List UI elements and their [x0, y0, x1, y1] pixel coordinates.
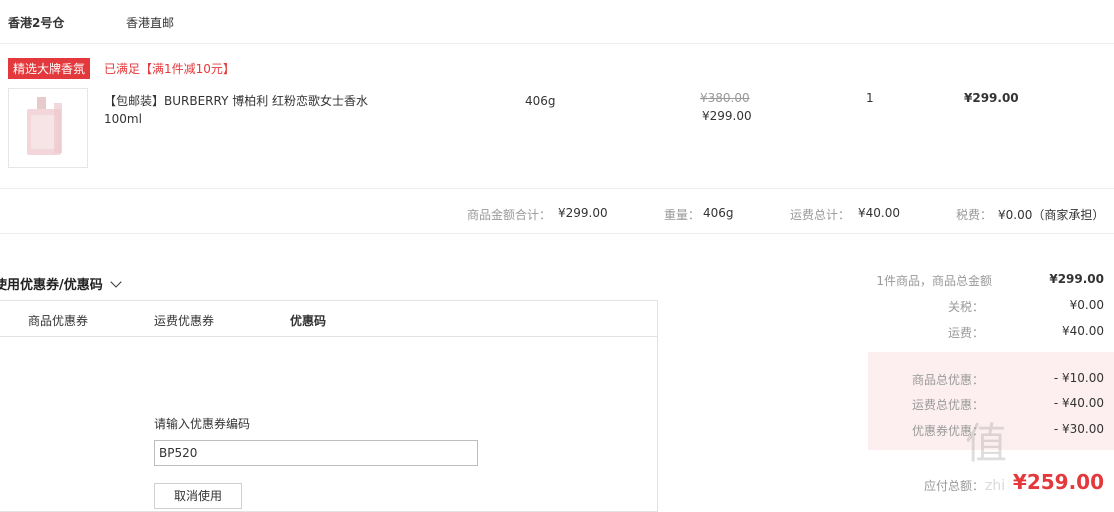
- shipping-total-label: 运费总计：: [790, 208, 851, 222]
- coupon-header-label: 使用优惠券/优惠码: [0, 278, 103, 293]
- divider: [0, 188, 1114, 189]
- goods-total-value: ¥299.00: [558, 206, 608, 220]
- item-count-value: ¥299.00: [1049, 272, 1104, 286]
- quantity: 1: [866, 91, 874, 105]
- duty-value: ¥0.00: [1069, 298, 1104, 312]
- tab-goods-coupon[interactable]: 商品优惠券: [28, 312, 88, 329]
- tax-value: ¥0.00（商家承担）: [998, 208, 1105, 222]
- coupon-input-label: 请输入优惠券编码: [154, 417, 251, 431]
- shipping-label: 运费：: [947, 326, 984, 340]
- tab-shipping-coupon[interactable]: 运费优惠券: [154, 312, 214, 329]
- payable-value: ¥259.00: [1012, 470, 1104, 494]
- coupon-discount-value: - ¥30.00: [1053, 422, 1104, 436]
- original-price: ¥380.00: [700, 91, 750, 105]
- shipping-discount-value: - ¥40.00: [1053, 396, 1104, 410]
- promo-tag: 精选大牌香氛: [8, 58, 91, 79]
- watermark-text: zhi: [985, 478, 1006, 494]
- item-count-label: 1件商品，商品总金额: [876, 274, 992, 288]
- divider: [0, 233, 1114, 234]
- divider: [0, 336, 657, 337]
- divider: [0, 43, 1114, 44]
- goods-total-label: 商品金额合计：: [467, 208, 552, 222]
- watermark-logo: 值: [965, 419, 1010, 468]
- shipping-total-value: ¥40.00: [858, 206, 900, 220]
- coupon-panel: [0, 300, 658, 512]
- coupon-header[interactable]: 使用优惠券/优惠码: [0, 274, 122, 293]
- product-title[interactable]: 【包邮装】BURBERRY 博柏利 红粉恋歌女士香水: [104, 92, 368, 109]
- item-subtotal: ¥299.00: [964, 91, 1019, 105]
- promo-note: 已满足【满1件减10元】: [104, 62, 235, 76]
- warehouse-name: 香港2号仓: [8, 16, 65, 30]
- unit-price: ¥299.00: [702, 109, 752, 123]
- shipping-method: 香港直邮: [126, 16, 175, 30]
- duty-label: 关税：: [947, 300, 984, 314]
- weight-label: 重量：: [664, 208, 701, 222]
- tab-coupon-code[interactable]: 优惠码: [290, 312, 326, 329]
- cancel-coupon-button[interactable]: 取消使用: [154, 483, 242, 509]
- product-title-size[interactable]: 100ml: [104, 112, 142, 126]
- payable-label: 应付总额：: [923, 479, 984, 493]
- chevron-down-icon: [110, 276, 122, 288]
- coupon-code-input[interactable]: BP520: [154, 440, 478, 466]
- weight-value: 406g: [703, 206, 734, 220]
- goods-discount-label: 商品总优惠：: [911, 373, 984, 387]
- shipping-value: ¥40.00: [1062, 324, 1104, 338]
- product-thumbnail[interactable]: [8, 88, 88, 168]
- product-weight: 406g: [525, 94, 556, 108]
- tax-label: 税费：: [956, 208, 993, 222]
- goods-discount-value: - ¥10.00: [1053, 371, 1104, 385]
- perfume-bottle-icon: [27, 97, 62, 155]
